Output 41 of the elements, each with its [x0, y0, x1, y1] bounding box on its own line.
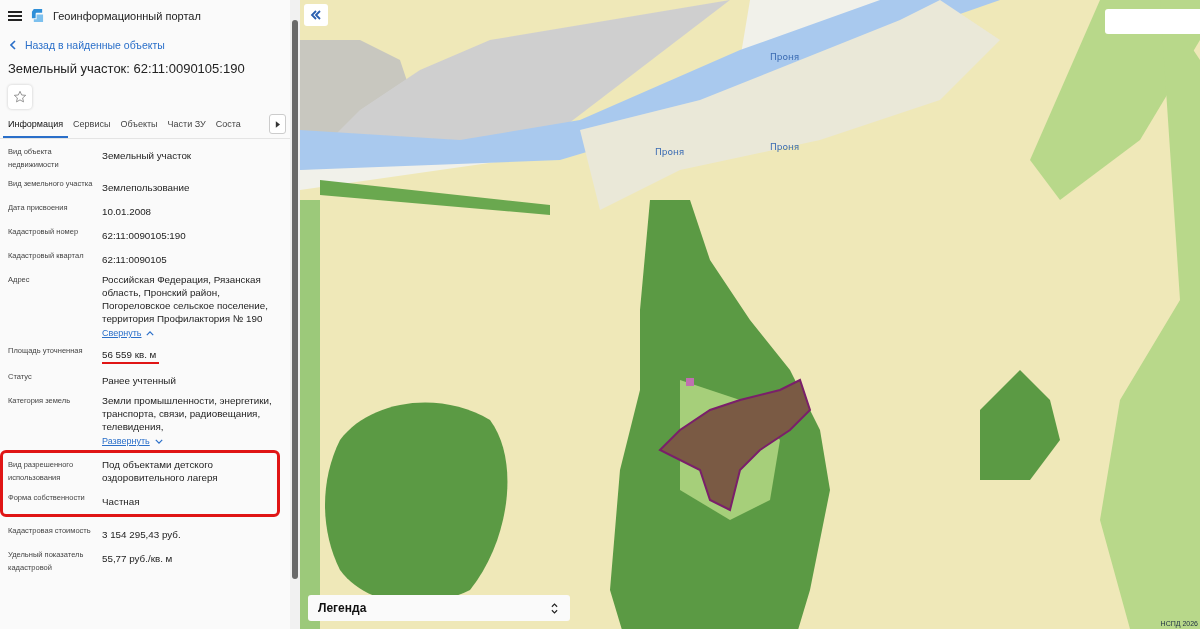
collapse-panel-button[interactable] [304, 4, 328, 26]
field-value: Земли промышленности, энергетики, транспорта, связи, радиовещания, телевидения, [102, 394, 273, 433]
field-value: Землепользование [102, 181, 190, 194]
chevron-icon [146, 330, 155, 336]
back-chevron-icon [10, 40, 16, 50]
star-icon [13, 90, 27, 104]
toggle-link[interactable]: Свернуть [102, 328, 155, 338]
river-label: Проня [770, 52, 800, 62]
field-value: 62:11:0090105 [102, 253, 167, 266]
field-value: 10.01.2008 [102, 205, 152, 218]
field-value: Российская Федерация, Рязанская область, Пронский район, Погореловское сельское поселение, территория Профилактория № 190 [102, 273, 269, 325]
legend-dropdown[interactable]: Легенда [308, 595, 570, 621]
caret-icon [275, 120, 280, 128]
field-value: 55,77 руб./кв. м [102, 552, 173, 565]
field-value: Под объектами детского оздоровительного лагеря [102, 458, 219, 484]
back-link[interactable]: Назад в найденные объекты [0, 29, 290, 55]
tabs-scroll-button[interactable] [269, 114, 286, 134]
sort-arrows-icon [551, 602, 558, 614]
river-label: Проня [655, 147, 685, 157]
field-value: 3 154 295,43 руб. [102, 528, 181, 541]
chevron-icon [154, 438, 163, 444]
scrollbar[interactable] [290, 0, 300, 629]
toggle-link[interactable]: Развернуть [102, 436, 163, 446]
field-value: Земельный участок [102, 149, 192, 162]
tab[interactable]: Информация [3, 114, 69, 138]
double-chevron-icon [310, 10, 322, 20]
portal-title: Геоинформационный портал [53, 9, 201, 22]
tab[interactable]: Части ЗУ [162, 114, 211, 138]
river-label: Проня [770, 142, 800, 152]
field-value: 62:11:0090105:190 [102, 229, 186, 242]
building [686, 378, 694, 386]
tab[interactable]: Объекты [115, 114, 163, 138]
map-search-field[interactable] [1105, 9, 1200, 34]
tab[interactable]: Сервисы [68, 114, 116, 138]
logo-icon [31, 8, 44, 23]
field-value: Ранее учтенный [102, 374, 176, 387]
field-value: 56 559 кв. м [102, 348, 160, 364]
object-title: Земельный участок: 62:11:0090105:190 [7, 60, 246, 78]
tab[interactable]: Соста [210, 114, 246, 138]
field-value: Частная [102, 495, 140, 508]
menu-icon[interactable] [8, 9, 22, 22]
